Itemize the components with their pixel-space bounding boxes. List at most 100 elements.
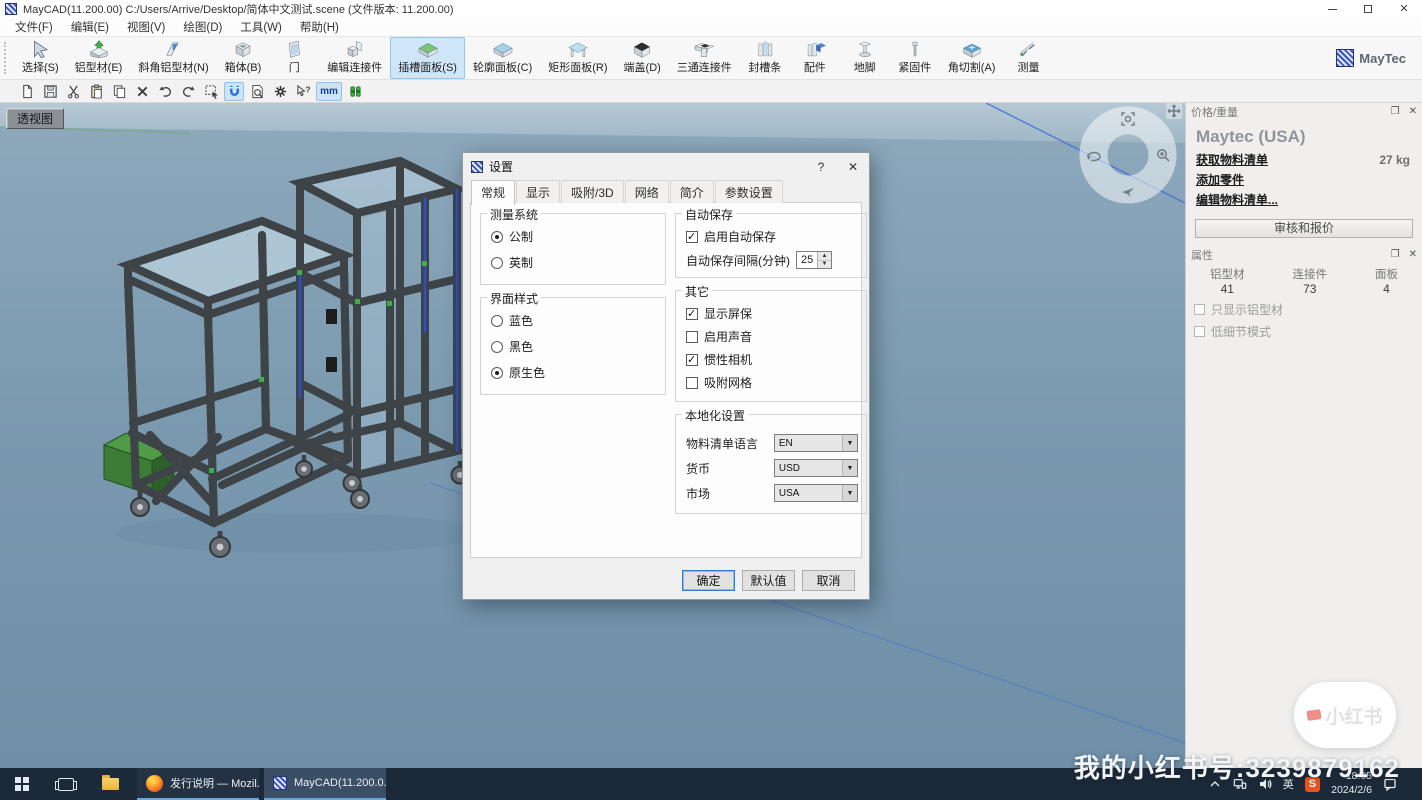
close-button[interactable]: ✕ [1386,0,1422,18]
radio-imperial[interactable]: 英制 [491,254,657,271]
screensaver-checkbox[interactable]: 显示屏保 [686,305,858,322]
save-button[interactable] [40,82,60,101]
radio-native-theme[interactable]: 原生色 [491,364,657,381]
tool-accessory[interactable]: 配件 [790,37,840,79]
contour-panel-icon [486,40,520,58]
connectors-count: 73 [1293,282,1328,296]
restore-button[interactable] [1350,0,1386,18]
measure-icon [1011,40,1045,58]
taskbar-firefox[interactable]: 发行说明 — Mozil... [137,768,259,800]
low-detail-mode-checkbox[interactable]: 低细节模式 [1194,323,1422,340]
spin-up-icon[interactable]: ▲ [818,252,831,261]
view-mode-badge[interactable]: 透视图 [6,108,64,129]
tab-about[interactable]: 简介 [670,180,714,203]
tool-fastener[interactable]: 紧固件 [890,37,940,79]
tab-parameters[interactable]: 参数设置 [715,180,783,203]
tool-measure[interactable]: 测量 [1003,37,1053,79]
menu-edit[interactable]: 编辑(E) [62,19,118,35]
radio-metric[interactable]: 公制 [491,228,657,245]
cut-button[interactable] [63,82,83,101]
tool-rect-panel[interactable]: 矩形面板(R) [540,37,615,79]
currency-select[interactable]: USD▼ [774,459,858,477]
cancel-button[interactable]: 取消 [802,570,855,591]
float-panel-icon[interactable]: ❐ [1391,249,1400,260]
tab-display[interactable]: 显示 [516,180,560,203]
tool-edit-connector[interactable]: 编辑连接件 [319,37,390,79]
dialog-close-button[interactable]: ✕ [837,153,869,180]
firefox-icon [146,775,163,792]
tool-box[interactable]: 箱体(B) [217,37,270,79]
float-panel-icon[interactable]: ❐ [1391,106,1400,117]
radio-black-theme[interactable]: 黑色 [491,338,657,355]
menu-view[interactable]: 视图(V) [118,19,174,35]
edit-bom-link[interactable]: 编辑物料清单... [1196,191,1278,208]
undo-button[interactable] [155,82,175,101]
spin-down-icon[interactable]: ▼ [818,261,831,269]
add-part-link[interactable]: 添加零件 [1196,171,1244,188]
minimize-button[interactable] [1314,0,1350,18]
slot-panel-icon [411,40,445,58]
menu-tools[interactable]: 工具(W) [231,19,291,35]
tool-contour-panel[interactable]: 轮廓面板(C) [465,37,540,79]
door-icon [277,40,311,58]
snap-grid-checkbox[interactable]: 吸附网格 [686,374,858,391]
zoom-document-button[interactable] [247,82,267,101]
inertia-camera-checkbox[interactable]: 惯性相机 [686,351,858,368]
redo-button[interactable] [178,82,198,101]
settings-gear-button[interactable] [270,82,290,101]
toolbar-grip[interactable] [4,42,10,74]
orbit-icon[interactable] [1085,147,1101,163]
tab-general[interactable]: 常规 [471,180,515,205]
autosave-interval-spinner[interactable]: 25 ▲▼ [796,251,832,269]
tool-t-connector[interactable]: 三通连接件 [669,37,740,79]
context-help-button[interactable]: ? [293,82,313,101]
enable-autosave-checkbox[interactable]: 启用自动保存 [686,228,858,245]
default-button[interactable]: 默认值 [742,570,795,591]
navigation-wheel[interactable] [1078,105,1178,205]
delete-button[interactable] [132,82,152,101]
menu-help[interactable]: 帮助(H) [291,19,348,35]
tool-profile[interactable]: 铝型材(E) [67,37,131,79]
pan-icon[interactable] [1166,103,1182,119]
snap-magnet-button[interactable] [224,82,244,101]
get-bom-link[interactable]: 获取物料清单 [1196,151,1268,168]
tool-miter-cut[interactable]: 角切割(A) [940,37,1004,79]
tool-slot-panel[interactable]: 插槽面板(S) [390,37,465,79]
zoom-fit-icon[interactable] [1120,111,1136,127]
tool-foot[interactable]: 地脚 [840,37,890,79]
region-select-button[interactable] [201,82,221,101]
unit-mm-button[interactable]: mm [316,82,342,101]
copy-button[interactable] [109,82,129,101]
radio-blue-theme[interactable]: 蓝色 [491,312,657,329]
tool-select[interactable]: 选择(S) [14,37,67,79]
market-select[interactable]: USA▼ [774,484,858,502]
review-quote-button[interactable]: 审核和报价 [1195,219,1413,238]
fly-icon[interactable] [1120,183,1136,199]
ok-button[interactable]: 确定 [682,570,735,591]
tool-end-cap[interactable]: 端盖(D) [616,37,669,79]
tool-miter-profile[interactable]: 斜角铝型材(N) [130,37,216,79]
new-file-button[interactable] [17,82,37,101]
zoom-icon[interactable] [1155,147,1171,163]
menu-file[interactable]: 文件(F) [6,19,62,35]
close-panel-icon[interactable]: ✕ [1409,106,1417,117]
tool-seal-strip[interactable]: 封槽条 [740,37,790,79]
tool-door[interactable]: 门 [269,37,319,79]
menu-draw[interactable]: 绘图(D) [174,19,231,35]
tab-snap3d[interactable]: 吸附/3D [561,180,624,203]
start-button[interactable] [0,768,44,800]
paste-button[interactable] [86,82,106,101]
close-panel-icon[interactable]: ✕ [1409,249,1417,260]
dialog-title: 设置 [489,158,513,175]
tab-network[interactable]: 网络 [625,180,669,203]
show-profiles-only-checkbox[interactable]: 只显示铝型材 [1194,301,1422,318]
task-view-button[interactable] [44,768,88,800]
taskbar-maycad[interactable]: MayCAD(11.200.0... [264,768,386,800]
t-connector-icon [687,40,721,58]
sound-checkbox[interactable]: 启用声音 [686,328,858,345]
bom-language-select[interactable]: EN▼ [774,434,858,452]
panel-toggle-button[interactable] [345,82,365,101]
cut-icon [66,84,81,99]
file-explorer-button[interactable] [88,768,132,800]
dialog-help-button[interactable]: ? [805,153,837,180]
